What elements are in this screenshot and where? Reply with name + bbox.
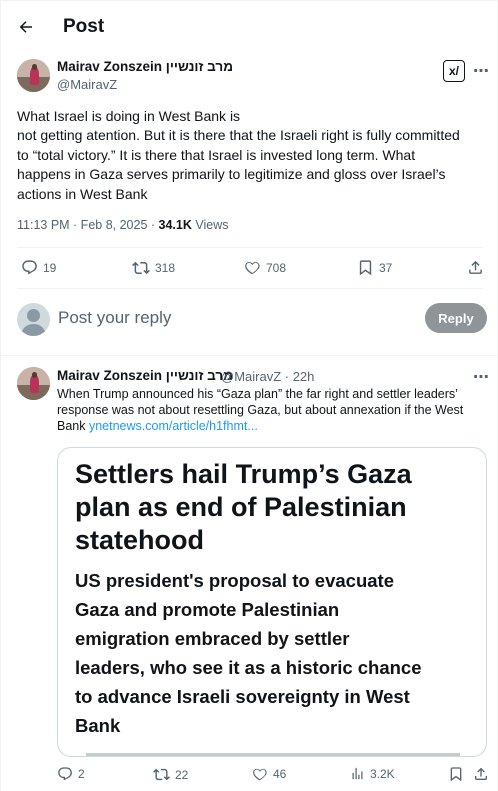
repost-icon: [153, 768, 170, 781]
avatar[interactable]: [17, 367, 50, 400]
card-subtitle: US president's proposal to evacuate Gaza…: [75, 566, 475, 740]
repost-action[interactable]: 22: [153, 766, 188, 783]
card-subtitle-line: leaders, who see it as a historic chance: [75, 657, 422, 678]
post-text-line: Bank: [57, 419, 89, 433]
article-link[interactable]: ynetnews.com/article/h1fhmt...: [89, 419, 258, 433]
post-text-line: What Israel is doing in West Bank is: [17, 108, 241, 124]
bookmark-icon: [450, 767, 462, 782]
post-text: What Israel is doing in West Bank is not…: [17, 107, 483, 204]
share-action[interactable]: [467, 259, 489, 276]
author-handle[interactable]: @MairavZ · 22h: [221, 369, 314, 384]
bookmark-count: 37: [379, 260, 393, 275]
link-card[interactable]: Settlers hail Trump’s Gaza plan as end o…: [57, 447, 487, 757]
reply-button[interactable]: Reply: [425, 303, 487, 333]
card-title-line: Settlers hail Trump’s Gaza: [75, 459, 412, 489]
like-count: 46: [273, 767, 287, 781]
divider: [17, 247, 483, 248]
default-avatar: [17, 303, 50, 336]
repost-count: 318: [155, 261, 176, 275]
views-count: 3.2K: [370, 766, 395, 781]
bookmark-icon: [359, 260, 372, 276]
page-title: Post: [63, 16, 105, 37]
card-subtitle-line: Gaza and promote Palestinian: [75, 599, 340, 620]
reply-icon: [22, 260, 37, 275]
post-timestamp[interactable]: 11:13 PM · Feb 8, 2025 ·: [17, 218, 159, 232]
author-name[interactable]: Mairav Zonszein מרב זונשיין: [57, 368, 233, 383]
card-subtitle-line: Bank: [75, 715, 121, 736]
post-text-line: actions in West Bank: [17, 185, 148, 202]
grok-icon[interactable]: x/: [443, 60, 465, 82]
more-icon[interactable]: ⋯: [473, 61, 490, 81]
share-icon: [469, 260, 482, 274]
like-count: 708: [266, 260, 287, 275]
avatar[interactable]: [17, 59, 50, 92]
author-handle[interactable]: @MairavZ: [57, 77, 117, 92]
views-action[interactable]: 3.2K: [350, 766, 395, 781]
card-title-line: plan as end of Palestinian: [75, 492, 407, 522]
reply-action[interactable]: 2: [57, 766, 85, 782]
more-icon[interactable]: ⋯: [473, 367, 490, 387]
views-label: Views: [191, 218, 229, 232]
share-action[interactable]: [473, 766, 494, 782]
back-arrow-icon[interactable]: [15, 16, 37, 38]
post-text-line: response was not about resettling Gaza, …: [57, 403, 464, 417]
post-text-line: When Trump announced his “Gaza plan” the…: [57, 387, 458, 401]
card-subtitle-line: US president's proposal to evacuate: [75, 570, 394, 591]
reply-icon: [58, 767, 72, 781]
bookmark-action[interactable]: 37: [357, 259, 392, 276]
post-meta: 11:13 PM · Feb 8, 2025 · 34.1K Views: [17, 218, 228, 232]
repost-icon: [132, 261, 150, 275]
post-text-line: to “total victory.” It is there that Isr…: [17, 146, 416, 163]
views-icon: [352, 767, 363, 780]
reply-action[interactable]: 19: [21, 259, 56, 276]
bookmark-action[interactable]: [448, 766, 469, 782]
card-title-line: statehood: [75, 525, 205, 555]
like-action[interactable]: 708: [244, 259, 286, 276]
post-text-line: not getting atention. But it is there th…: [17, 127, 460, 144]
card-title: Settlers hail Trump’s Gaza plan as end o…: [75, 458, 475, 557]
divider: [17, 288, 483, 289]
author-name[interactable]: Mairav Zonszein מרב זונשיין: [57, 59, 233, 74]
reply-input[interactable]: Post your reply: [58, 308, 171, 328]
like-icon: [245, 262, 260, 275]
like-icon: [253, 768, 267, 781]
post-page: Post Mairav Zonszein מרב זונשיין @Mairav…: [0, 0, 498, 791]
views-count: 34.1K: [158, 218, 192, 232]
divider: [1, 355, 498, 356]
like-action[interactable]: 46: [252, 766, 286, 782]
repost-count: 22: [175, 767, 189, 782]
share-icon: [475, 767, 487, 780]
repost-action[interactable]: 318: [132, 259, 175, 277]
reply-count: 2: [78, 767, 85, 781]
grok-label: x/: [448, 64, 459, 78]
header: Post: [1, 1, 498, 53]
reply-count: 19: [43, 260, 57, 275]
post-text: When Trump announced his “Gaza plan” the…: [57, 386, 487, 434]
card-subtitle-line: emigration embraced by settler: [75, 628, 350, 649]
card-divider: [86, 753, 460, 756]
card-subtitle-line: to advance Israeli sovereignty in West: [75, 686, 410, 707]
post-text-line: happens in Gaza serves primarily to legi…: [17, 166, 446, 183]
